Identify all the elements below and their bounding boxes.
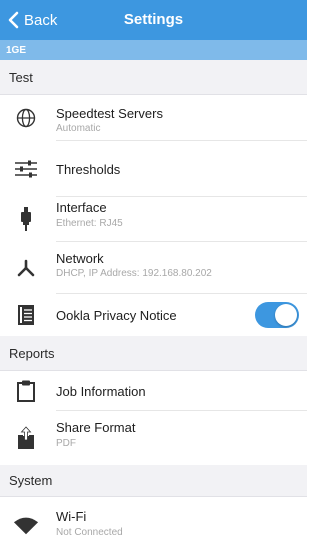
row-share-format[interactable]: Share Format PDF xyxy=(0,411,307,465)
section-header-test: Test xyxy=(0,60,307,95)
network-label: Network xyxy=(56,251,104,266)
interface-label: Interface xyxy=(56,200,107,215)
privacy-notice-toggle[interactable] xyxy=(255,302,299,328)
network-nodes-icon xyxy=(13,255,39,281)
ookla-privacy-notice-label: Ookla Privacy Notice xyxy=(56,308,177,323)
row-ookla-privacy-notice[interactable]: Ookla Privacy Notice xyxy=(0,294,307,336)
section-header-system: System xyxy=(0,465,307,497)
section-header-reports: Reports xyxy=(0,336,307,371)
row-thresholds[interactable]: Thresholds xyxy=(0,141,307,197)
row-speedtest-servers[interactable]: Speedtest Servers Automatic xyxy=(0,95,307,141)
document-icon xyxy=(13,302,39,328)
row-interface[interactable]: Interface Ethernet: RJ45 xyxy=(0,197,307,242)
share-format-value: PDF xyxy=(56,438,76,449)
share-format-label: Share Format xyxy=(56,420,136,435)
clipboard-icon xyxy=(13,378,39,404)
navigation-bar: Back Settings xyxy=(0,0,307,40)
toggle-knob xyxy=(275,304,297,326)
wifi-icon xyxy=(13,512,39,538)
interface-value: Ethernet: RJ45 xyxy=(56,218,123,229)
network-value: DHCP, IP Address: 192.168.80.202 xyxy=(56,268,212,279)
row-wifi[interactable]: Wi-Fi Not Connected xyxy=(0,497,307,552)
globe-icon xyxy=(13,105,39,131)
job-information-label: Job Information xyxy=(56,384,146,399)
row-job-information[interactable]: Job Information xyxy=(0,371,307,411)
wifi-label: Wi-Fi xyxy=(56,509,87,524)
speedtest-servers-value: Automatic xyxy=(56,123,101,134)
ethernet-plug-icon xyxy=(13,206,39,232)
speedtest-servers-label: Speedtest Servers xyxy=(56,106,163,121)
page-title: Settings xyxy=(123,11,184,28)
device-bar: 1GE xyxy=(0,40,307,60)
share-icon xyxy=(13,425,39,451)
wifi-value: Not Connected xyxy=(56,527,123,538)
row-network[interactable]: Network DHCP, IP Address: 192.168.80.202 xyxy=(0,242,307,294)
thresholds-label: Thresholds xyxy=(56,162,121,177)
sliders-icon xyxy=(13,156,39,182)
